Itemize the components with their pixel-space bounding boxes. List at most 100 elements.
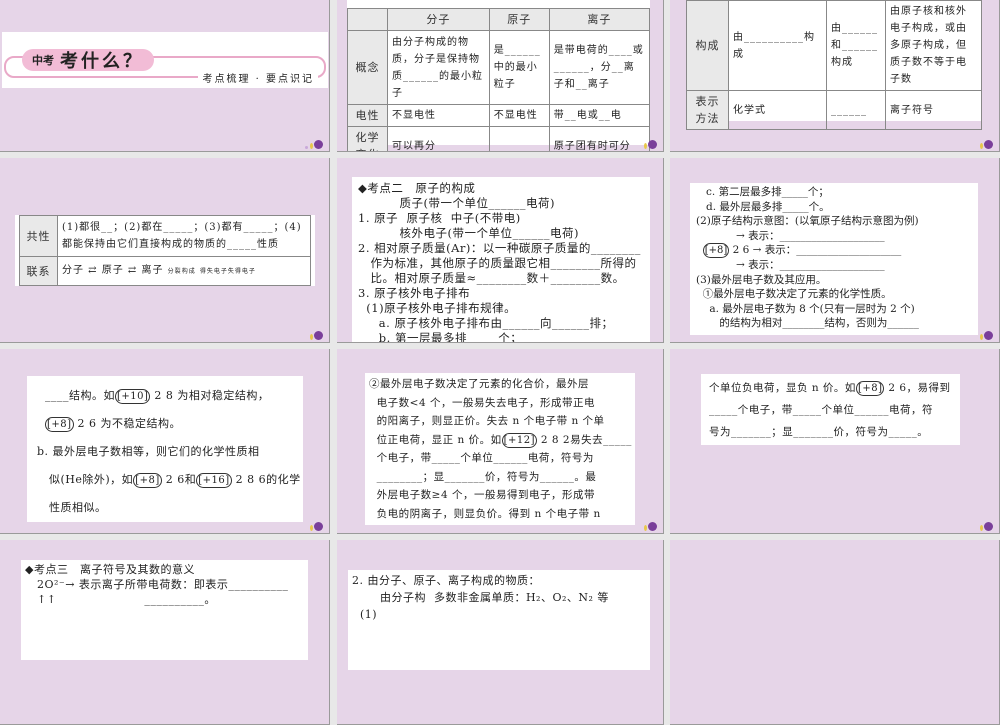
text-line: 比。相对原子质量≈________数＋________数。 [358,271,625,285]
text-line: 号为_______；显_______价，符号为_____。 [709,426,929,438]
atom-nucleus-icon: [+16] [196,473,232,488]
text-line: 个单位负电荷，显负 n 价。如 [+8] 2 6，易得到 [709,381,951,396]
slide-thumbnail-12[interactable] [670,540,1000,725]
corner-decoration-icon [635,139,657,149]
text-line: → 表示：____________________ [696,259,885,271]
text-line: ◆考点二 原子的构成 [358,181,476,195]
text-line: (2)原子结构示意图：(以氧原子结构示意图为例) [696,215,919,227]
row-label: 表示方法 [686,90,729,130]
table-cell: 不显电性 [488,104,550,127]
table-cell: 化学式 [728,90,827,130]
text-line: 由分子构 多数非金属单质：H₂、O₂、N₂ 等 [352,591,609,604]
slide-thumbnail-4[interactable]: 共性 (1)都很__；(2)都在_____；(3)都有_____；(4)都能保持由… [0,158,330,343]
table-cell: 由原子核和核外电子构成，或由多原子构成，但质子数不等于电子数 [885,0,982,91]
slide-thumbnail-2[interactable]: 分子 原子 离子 概念 由分子构成的物质，分子是保持物质______的最小粒子 是___… [337,0,664,152]
subtitle: 考点梳理 · 要点识记 [198,70,318,85]
table-cell: 由__________构成 [728,0,827,91]
text-line: 的结构为相对________结构，否则为______ [696,317,919,329]
slide-thumbnail-3[interactable]: 构成 由__________构成 由______和______构成 由原子核和核外电子… [670,0,1000,152]
table-cell: 是______中的最小粒子 [488,30,550,105]
row-label: 概念 [347,30,388,105]
title-prefix: 中考 [32,54,54,67]
text-line: 似(He除外)，如 [+8] 2 6和 [+16] 2 8 6的化学 [37,473,301,488]
row-label: 构成 [686,0,729,91]
row-label: 电性 [347,104,388,127]
corner-decoration-icon [971,330,993,340]
text-line: 2. 相对原子质量(Ar)：以一种碳原子质量的________ [358,241,641,255]
text-line: ________；显_______价，符号为______。最 [369,470,597,483]
text-line: 个电子，带_____个单位______电荷，符号为 [369,452,594,464]
text-line: a. 原子核外电子排布由______向______排； [358,316,614,330]
atom-nucleus-icon: [+12] [501,432,538,448]
table-cell: 分子 ⇄ 原子 ⇄ 离子 分裂构成 得失电子失得电子 [57,256,311,286]
text-line: 性质相似。 [37,501,107,514]
slide-thumbnail-8[interactable]: ②最外层电子数决定了元素的化合价，最外层 电子数<4 个，一般易失去电子，形成带… [337,349,664,534]
table-header: 分子 [387,8,490,31]
slide-text: ②最外层电子数决定了元素的化合价，最外层 电子数<4 个，一般易失去电子，形成带… [365,373,635,525]
table-header: 原子 [488,8,550,31]
slide-thumbnail-5[interactable]: ◆考点二 原子的构成 质子(带一个单位______电荷) 1. 原子 原子核 中子… [337,158,664,343]
slide-thumbnail-7[interactable]: ____结构。如 [+10] 2 8 为相对稳定结构， [+8] 2 6 为不稳定… [0,349,330,534]
corner-decoration-icon [971,521,993,531]
text-line: 位正电荷，显正 n 价。如 [+12] 2 8 2易失去_____ [369,432,632,448]
slide-thumbnail-6[interactable]: c. 第二层最多排_____个； d. 最外层最多排_____个。 (2)原子结构… [670,158,1000,343]
table-cell: 离子符号 [885,90,982,130]
text-line: 质子(带一个单位______电荷) [358,196,556,210]
text-line: b. 最外层电子数相等，则它们的化学性质相 [37,445,260,458]
slide-thumbnail-1[interactable]: 中考 考什么？ 考点梳理 · 要点识记 [0,0,330,152]
text-line: 核外电子(带一个单位______电荷) [358,226,580,240]
corner-decoration-icon [301,521,323,531]
table-cell: 由______和______构成 [826,0,886,91]
corner-decoration-icon [971,139,993,149]
slide-thumbnail-9[interactable]: 个单位负电荷，显负 n 价。如 [+8] 2 6，易得到 _____个电子，带___… [670,349,1000,534]
corner-decoration-icon [635,521,657,531]
table-header [347,8,388,31]
particle-table-continued: 构成 由__________构成 由______和______构成 由原子核和核外电子… [686,0,982,130]
text-line: d. 最外层最多排_____个。 [696,200,830,213]
text-line: ◆考点三 离子符号及其数的意义 [25,563,195,576]
slide-text: ◆考点三 离子符号及其数的意义 2O²⁻→ 表示离子所带电荷数：即表示_____… [21,560,308,660]
atom-nucleus-icon: [+10] [115,389,151,404]
table-area: 构成 由__________构成 由______和______构成 由原子核和核外电子… [686,0,982,130]
table-header: 离子 [548,8,651,31]
text-line: [+8] 2 6 为不稳定结构。 [45,417,182,432]
text-line: (1) [352,608,378,621]
title-pill: 中考 考什么？ [22,49,154,72]
text-line: ①最外层电子数决定了元素的化学性质。 [696,288,892,300]
table-cell: 不显电性 [387,104,490,127]
table-cell: 是带电荷的____或______，分__离子和__离子 [548,30,651,105]
slide-text: 2. 由分子、原子、离子构成的物质： 由分子构 多数非金属单质：H₂、O₂、N₂… [348,570,650,670]
table-cell: ______ [488,126,550,151]
text-line: → 表示：____________________ [696,229,885,242]
table-area: 共性 (1)都很__；(2)都在_____；(3)都有_____；(4)都能保持由… [15,215,315,286]
common-properties-table: 共性 (1)都很__；(2)都在_____；(3)都有_____；(4)都能保持由… [19,215,311,286]
text-line: 作为标准，其他原子的质量跟它相________所得的 [358,256,637,270]
row-label: 化学变化 [347,126,388,151]
table-cell: 带__电或__电 [548,104,651,127]
slide-thumbnail-10[interactable]: ◆考点三 离子符号及其数的意义 2O²⁻→ 表示离子所带电荷数：即表示_____… [0,540,330,725]
arrow-label: 分裂 [167,268,182,275]
table-cell: ______ [826,90,886,130]
slide-text: 个单位负电荷，显负 n 价。如 [+8] 2 6，易得到 _____个电子，带___… [701,374,960,445]
slide-text: ◆考点二 原子的构成 质子(带一个单位______电荷) 1. 原子 原子核 中子… [352,177,650,343]
text-line: 1. 原子 原子核 中子(不带电) [358,211,521,225]
arrow-label: 失得电子 [227,268,256,275]
text-line: _____个电子，带_____个单位______电荷，符 [709,404,933,416]
text-line: 2O²⁻→ 表示离子所带电荷数：即表示__________ [25,578,289,591]
table-area: 分子 原子 离子 概念 由分子构成的物质，分子是保持物质______的最小粒子 是___… [347,0,651,151]
text-line: 的阳离子，则显正价。失去 n 个电子带 n 个单 [369,415,605,427]
text-line: c. 第二层最多排_____个； [696,186,829,198]
table-cell: 可以再分 [387,126,490,151]
arrow-label: 构成 [181,268,196,275]
atom-nucleus-icon: [+8] [133,473,162,488]
text-line: ②最外层电子数决定了元素的化合价，最外层 [369,378,589,390]
text-line: 电子数<4 个，一般易失去电子，形成带正电 [369,396,595,409]
text-line: (3)最外层电子数及其应用。 [696,273,827,286]
text-line: ____结构。如 [+10] 2 8 为相对稳定结构， [37,389,270,404]
text-line: b. 第一层最多排_____个； [358,331,523,343]
atom-nucleus-icon: [+8] [702,243,730,258]
slide-thumbnail-11[interactable]: 2. 由分子、原子、离子构成的物质： 由分子构 多数非金属单质：H₂、O₂、N₂… [337,540,664,725]
title-banner: 中考 考什么？ 考点梳理 · 要点识记 [2,32,328,88]
slide-text: ____结构。如 [+10] 2 8 为相对稳定结构， [+8] 2 6 为不稳定… [27,376,303,522]
title-text: 考什么？ [60,51,144,72]
